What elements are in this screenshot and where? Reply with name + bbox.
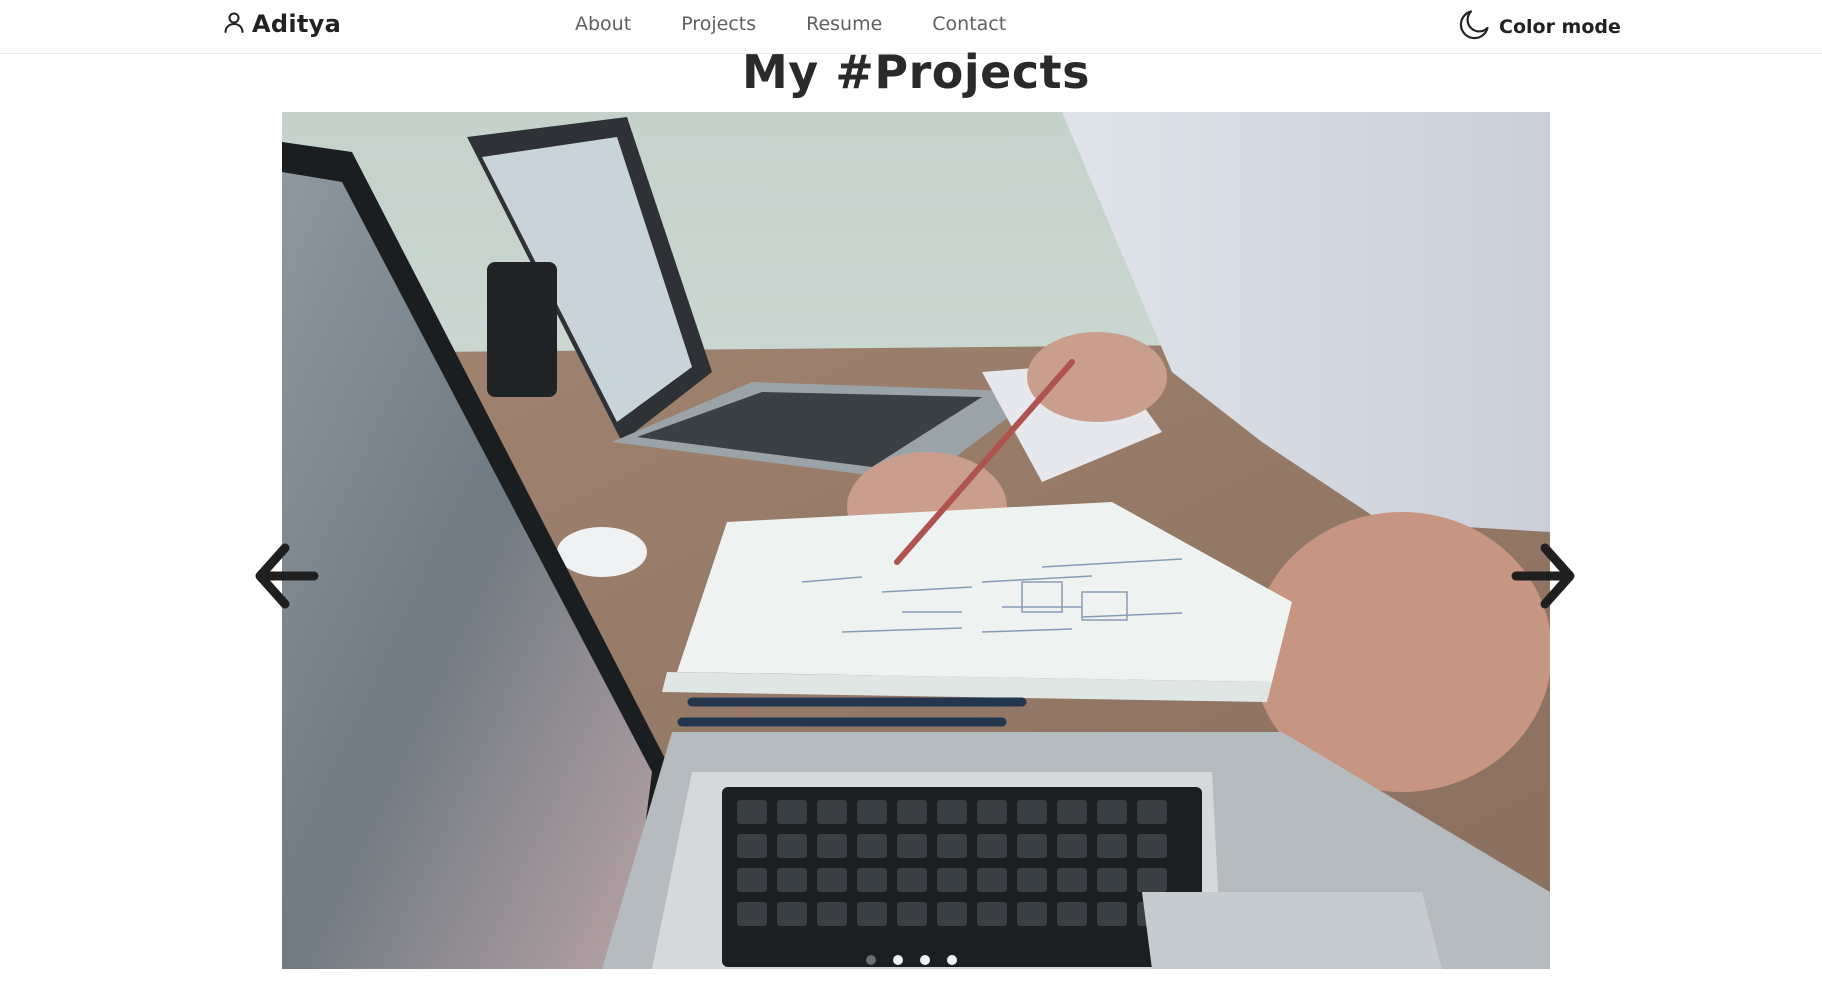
- nav-link-about[interactable]: About: [575, 13, 631, 35]
- arrow-left-icon: [255, 543, 319, 609]
- user-icon: [222, 10, 246, 38]
- nav-link-contact[interactable]: Contact: [932, 13, 1006, 35]
- carousel-indicator-3[interactable]: [920, 955, 930, 965]
- carousel-slide-image: [282, 112, 1550, 969]
- project-carousel: [282, 112, 1550, 969]
- carousel-indicator-4[interactable]: [947, 955, 957, 965]
- nav-link-projects[interactable]: Projects: [681, 13, 756, 35]
- carousel-prev-button[interactable]: [252, 540, 322, 612]
- carousel-next-button[interactable]: [1508, 540, 1578, 612]
- nav-links: About Projects Resume Contact: [575, 13, 1006, 35]
- carousel-indicator-2[interactable]: [893, 955, 903, 965]
- nav-link-resume[interactable]: Resume: [806, 13, 882, 35]
- brand-link[interactable]: Aditya: [222, 10, 341, 38]
- page-title: My #Projects: [742, 45, 1090, 99]
- color-mode-toggle[interactable]: Color mode: [1457, 8, 1621, 46]
- moon-icon: [1457, 8, 1491, 46]
- brand-name: Aditya: [252, 10, 342, 38]
- carousel-indicator-1[interactable]: [866, 955, 876, 965]
- carousel-indicators: [866, 955, 957, 965]
- color-mode-label: Color mode: [1499, 16, 1621, 38]
- arrow-right-icon: [1511, 543, 1575, 609]
